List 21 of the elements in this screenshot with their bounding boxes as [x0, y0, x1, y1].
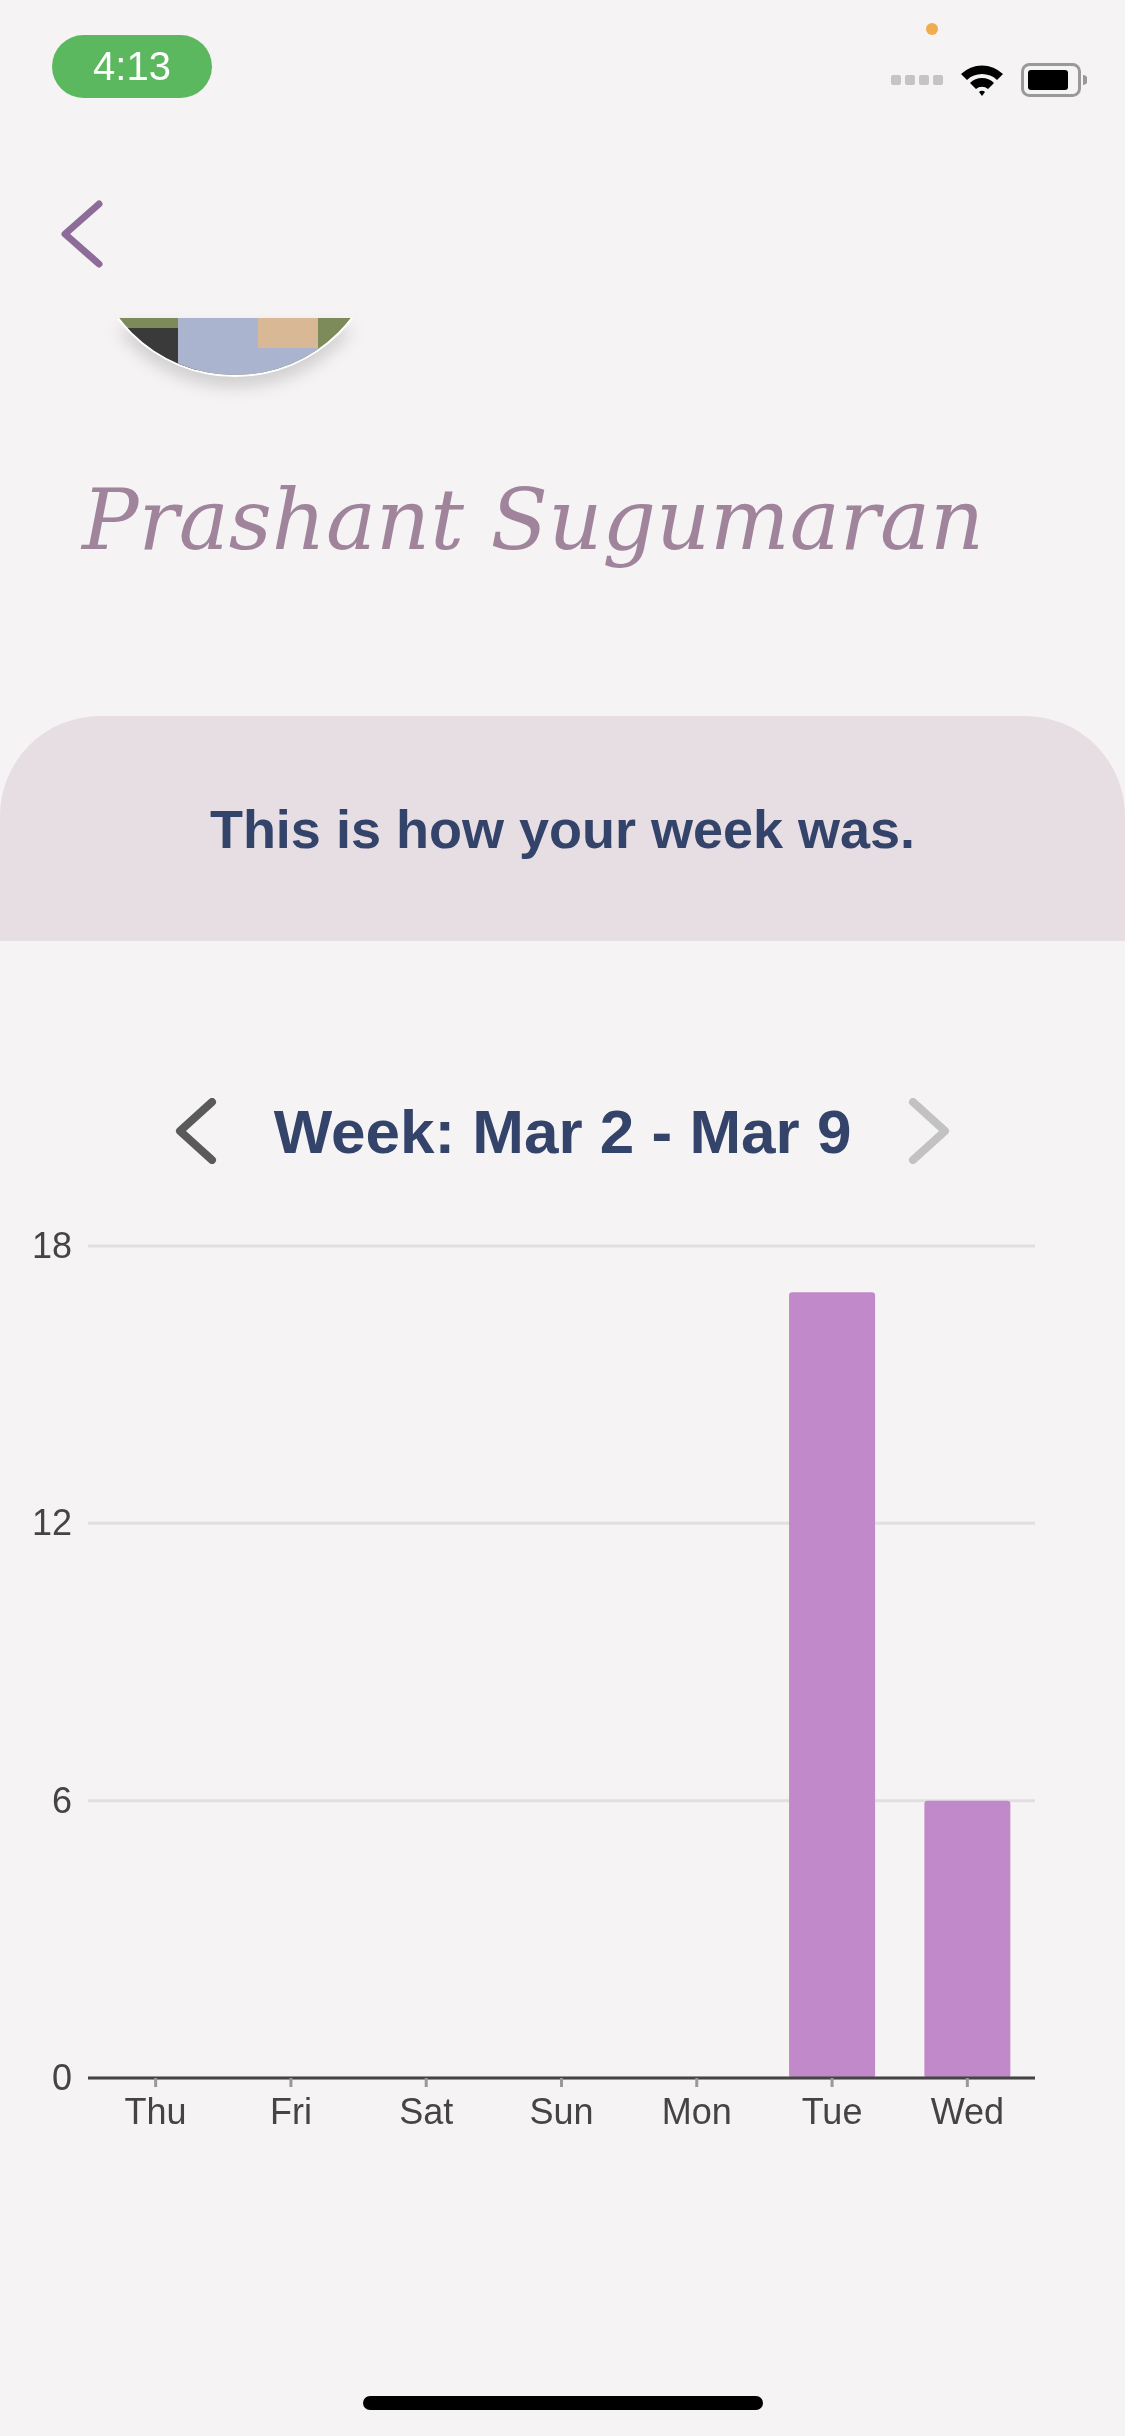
- back-icon[interactable]: [60, 200, 104, 268]
- y-axis-label: 6: [51, 1779, 72, 1821]
- previous-week-icon[interactable]: [173, 1098, 218, 1164]
- signal-icon: [891, 74, 943, 86]
- wifi-icon: [959, 62, 1005, 98]
- y-axis-label: 12: [31, 1502, 72, 1544]
- y-axis-label: 0: [51, 2057, 72, 2098]
- x-axis-label: Wed: [930, 2091, 1005, 2126]
- battery-icon: [1021, 63, 1087, 97]
- profile-name: Prashant Sugumaran: [82, 470, 986, 571]
- summary-title: This is how your week was.: [209, 797, 916, 860]
- x-axis-label: Tue: [801, 2091, 863, 2126]
- x-axis-label: Fri: [269, 2091, 312, 2126]
- x-axis-label: Thu: [124, 2091, 187, 2126]
- x-axis-label: Sat: [399, 2091, 454, 2126]
- status-time: 4:13: [52, 35, 212, 98]
- x-axis-label: Mon: [661, 2091, 732, 2126]
- y-axis-label: 18: [31, 1225, 72, 1266]
- x-axis-label: Sun: [529, 2091, 594, 2126]
- camera-dot-icon: [925, 22, 939, 36]
- week-label: Week: Mar 2 - Mar 9: [273, 1095, 852, 1167]
